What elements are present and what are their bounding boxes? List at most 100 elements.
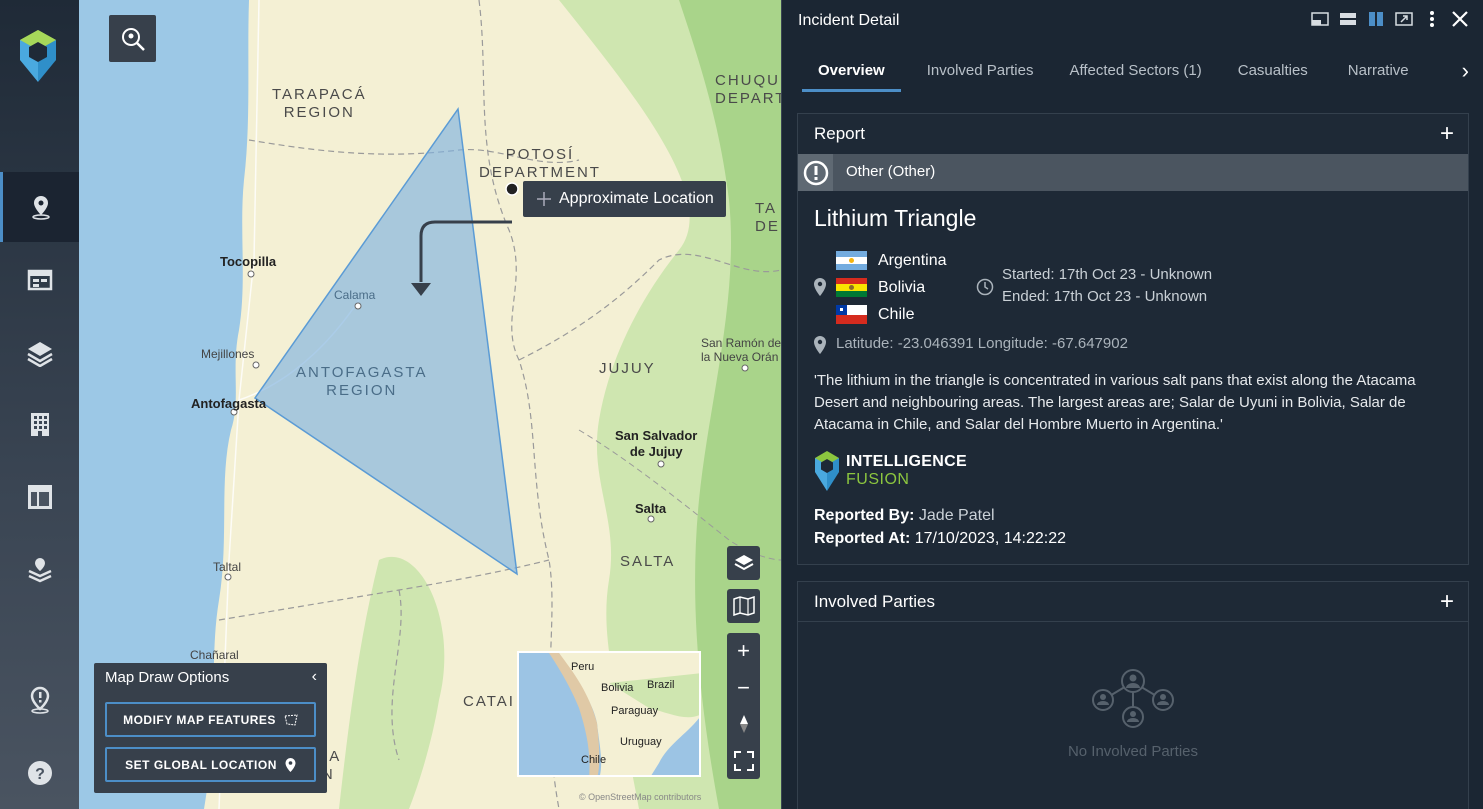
layers-icon — [734, 555, 753, 571]
sidebar-item-help[interactable]: ? — [0, 738, 79, 808]
minimap-label-chile: Chile — [581, 754, 607, 766]
reported-at-value: 17/10/2023, 14:22:22 — [914, 530, 1066, 547]
country-item: Bolivia — [836, 274, 947, 301]
fullscreen-icon — [733, 750, 754, 771]
incident-title: Lithium Triangle — [814, 205, 977, 231]
lat-lon: Latitude: -23.046391 Longitude: -67.6479… — [836, 335, 1128, 352]
layout-icon — [27, 485, 52, 509]
minimap-land — [549, 653, 699, 775]
dock-vertical-icon[interactable] — [1367, 8, 1385, 30]
alert-icon — [798, 154, 833, 191]
set-global-location-label: SET GLOBAL LOCATION — [125, 757, 277, 772]
chevron-right-icon[interactable]: › — [1447, 58, 1469, 84]
involved-parties-heading: Involved Parties — [814, 592, 935, 611]
help-icon: ? — [27, 761, 52, 785]
map-search-button[interactable] — [109, 15, 156, 62]
add-report-icon[interactable]: + — [1440, 120, 1454, 148]
map-canvas[interactable]: TARAPACÁ REGION POTOSÍ DEPARTMENT CHUQU … — [79, 0, 781, 809]
add-involved-party-icon[interactable]: + — [1440, 588, 1454, 616]
map-zoom-controls: + − — [727, 633, 760, 779]
country-item: Chile — [836, 301, 947, 328]
modify-map-features-label: MODIFY MAP FEATURES — [123, 712, 276, 727]
fullscreen-button[interactable] — [727, 743, 760, 780]
clock-icon — [976, 278, 994, 296]
coordinates-pin-icon — [814, 336, 826, 354]
calendar-icon — [27, 269, 52, 291]
reported-by-label: Reported By: — [814, 507, 915, 524]
sidebar-item-layers[interactable] — [0, 318, 79, 388]
category-label: Other (Other) — [846, 163, 936, 180]
draw-options-title: Map Draw Options — [105, 669, 230, 686]
tab-affected-sectors[interactable]: Affected Sectors (1) — [1053, 50, 1221, 92]
panel-tabs: Overview Involved Parties Affected Secto… — [802, 50, 1471, 94]
intelligence-fusion-logo-icon — [815, 451, 839, 491]
reported-at: Reported At: 17/10/2023, 14:22:22 — [814, 530, 1066, 548]
dock-horizontal-icon[interactable] — [1339, 8, 1357, 30]
more-options-icon[interactable] — [1423, 8, 1441, 30]
tab-involved-parties[interactable]: Involved Parties — [901, 50, 1054, 92]
panel-title: Incident Detail — [798, 12, 900, 29]
close-icon[interactable] — [1451, 8, 1469, 30]
minimap-label-paraguay: Paraguay — [611, 705, 659, 717]
map-label-antofagasta: Antofagasta — [191, 396, 267, 411]
involved-parties-card: Involved Parties + No Involved Parties — [797, 581, 1469, 809]
sidebar-item-map[interactable] — [0, 172, 79, 242]
map-label-salta-city: Salta — [635, 501, 667, 516]
map-label-san-ramon: San Ramón de la Nueva Orán — [701, 336, 781, 364]
category-bar: Other (Other) — [798, 154, 1468, 191]
source-brand: INTELLIGENCE FUSION — [814, 451, 967, 491]
compass-button[interactable] — [727, 706, 760, 743]
map-attribution: © OpenStreetMap contributors — [579, 792, 702, 802]
started-date: Started: 17th Oct 23 - Unknown — [1002, 266, 1213, 283]
sidebar-item-stacked-location[interactable] — [0, 535, 79, 605]
location-alert-icon — [30, 686, 49, 714]
country-name: Chile — [878, 305, 915, 323]
chevron-left-icon[interactable]: ‹ — [312, 668, 317, 686]
sidebar-item-location-alert[interactable] — [0, 665, 79, 735]
dock-bottom-left-icon[interactable] — [1311, 8, 1329, 30]
country-list: Argentina Bolivia Chile — [836, 247, 947, 328]
argentina-flag-icon — [836, 251, 867, 270]
map-label-tarija: TA DEPAR — [755, 200, 781, 235]
minimap-label-uruguay: Uruguay — [620, 736, 662, 748]
reported-by: Reported By: Jade Patel — [814, 507, 995, 525]
country-name: Argentina — [878, 251, 947, 269]
modify-map-features-button[interactable]: MODIFY MAP FEATURES — [105, 702, 316, 737]
location-pin-icon — [814, 278, 826, 296]
map-style-button[interactable] — [727, 589, 760, 623]
tooltip-label: Approximate Location — [559, 190, 714, 207]
incident-description: 'The lithium in the triangle is concentr… — [814, 372, 1416, 433]
zoom-out-button[interactable]: − — [727, 670, 760, 707]
map-label-chanaral: Chañaral — [190, 648, 239, 662]
report-card: Report + Other (Other) Lithium Triangle … — [797, 113, 1469, 565]
reported-by-value: Jade Patel — [918, 507, 995, 524]
map-label-taltal: Taltal — [213, 560, 242, 574]
layers-icon — [26, 342, 53, 367]
sidebar-item-calendar[interactable] — [0, 245, 79, 315]
tab-casualties[interactable]: Casualties — [1222, 50, 1332, 92]
zoom-in-button[interactable]: + — [727, 633, 760, 670]
set-global-location-button[interactable]: SET GLOBAL LOCATION — [105, 747, 316, 782]
map-draw-options-panel: Map Draw Options ‹ MODIFY MAP FEATURES S… — [94, 663, 327, 793]
bolivia-flag-icon — [836, 278, 867, 297]
reported-at-label: Reported At: — [814, 530, 911, 547]
sidebar-item-buildings[interactable] — [0, 389, 79, 459]
expand-window-icon[interactable] — [1395, 8, 1413, 30]
map-icon — [732, 596, 755, 616]
minimap-label-brazil: Brazil — [647, 679, 675, 691]
map-label-mejillones: Mejillones — [201, 347, 255, 361]
tab-overview[interactable]: Overview — [802, 50, 901, 92]
approximate-location-tooltip[interactable]: Approximate Location — [523, 181, 726, 217]
map-layers-button[interactable] — [727, 546, 760, 580]
sidebar-item-layout[interactable] — [0, 462, 79, 532]
overview-minimap[interactable]: Peru Bolivia Brazil Paraguay Uruguay Chi… — [517, 651, 701, 777]
tab-narrative[interactable]: Narrative — [1332, 50, 1425, 92]
brand-line-1: INTELLIGENCE — [846, 453, 967, 470]
app-logo-icon[interactable] — [19, 30, 57, 82]
map-label-salta-region: SALTA — [620, 553, 676, 570]
map-label-catamarca: CATAI — [463, 693, 515, 710]
brand-line-2: FUSION — [846, 471, 910, 488]
map-label-tarapaca: TARAPACÁ REGION — [272, 86, 367, 121]
incident-dates: Started: 17th Oct 23 - Unknown Ended: 17… — [1002, 264, 1212, 308]
map-label-jujuy: JUJUY — [599, 360, 656, 377]
